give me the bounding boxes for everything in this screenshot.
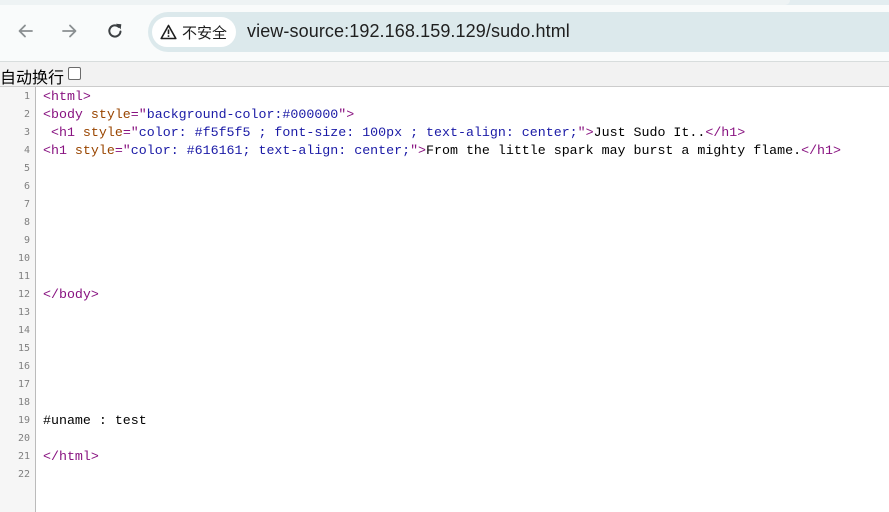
line-number: 3 [23, 127, 30, 138]
source-line: 9 [0, 232, 889, 250]
line-number: 5 [23, 163, 30, 174]
line-content: <h1 style="color: #f5f5f5 ; font-size: 1… [43, 125, 745, 140]
line-number: 15 [17, 343, 30, 354]
line-content: <html> [43, 89, 91, 104]
line-number: 18 [17, 397, 30, 408]
source-line: 2 <body style="background-color:#000000"> [0, 106, 889, 124]
line-wrap-bar: 自动换行 [0, 62, 889, 87]
source-line: 12 </body> [0, 286, 889, 304]
forward-button[interactable] [51, 13, 87, 49]
code-token-text: From the little spark may burst a mighty… [426, 143, 802, 158]
code-token-tag: "> [410, 143, 427, 158]
reload-icon [108, 23, 122, 38]
source-line: 5 [0, 160, 889, 178]
line-number: 1 [23, 91, 30, 102]
arrow-left-icon [18, 24, 33, 38]
line-number: 22 [17, 469, 30, 480]
code-token-tag: <html> [43, 89, 91, 104]
back-button[interactable] [8, 13, 44, 49]
line-number: 17 [17, 379, 30, 390]
line-content: <h1 style="color: #616161; text-align: c… [43, 143, 841, 158]
source-line: 14 [0, 322, 889, 340]
source-line: 18 [0, 394, 889, 412]
line-number: 4 [23, 145, 30, 156]
source-line: 8 [0, 214, 889, 232]
code-token-tag: </body> [43, 287, 99, 302]
line-content: <body style="background-color:#000000"> [43, 107, 354, 122]
source-line: 13 [0, 304, 889, 322]
line-number: 13 [17, 307, 30, 318]
line-wrap-label[interactable]: 自动换行 [0, 64, 64, 88]
line-number: 20 [17, 433, 30, 444]
source-line: 11 [0, 268, 889, 286]
line-content: #uname : test [43, 413, 147, 428]
line-content: </html> [43, 449, 99, 464]
code-token-tag: </h1> [705, 125, 746, 140]
arrow-right-icon [62, 24, 77, 38]
code-token-attr: style [74, 143, 115, 158]
code-token-text: Just Sudo It.. [593, 125, 706, 140]
line-number: 8 [23, 217, 30, 228]
source-line: 21 </html> [0, 448, 889, 466]
code-token-val: color: #f5f5f5 ; font-size: 100px ; text… [138, 125, 578, 140]
line-number: 9 [23, 235, 30, 246]
line-wrap-checkbox[interactable] [68, 67, 81, 80]
code-token-tag: </html> [43, 449, 99, 464]
source-view: 1 <html> 2 <body style="background-color:#0… [0, 87, 889, 512]
source-line: 15 [0, 340, 889, 358]
url-text[interactable]: view-source:192.168.159.129/sudo.html [247, 21, 570, 42]
source-line: 17 [0, 376, 889, 394]
code-token-tag: =" [130, 107, 147, 122]
source-line: 4 <h1 style="color: #616161; text-align: … [0, 142, 889, 160]
warning-icon [160, 24, 177, 40]
source-line: 10 [0, 250, 889, 268]
line-number: 21 [17, 451, 30, 462]
code-token-tag: <h1 [50, 125, 83, 140]
source-line: 22 [0, 466, 889, 484]
browser-toolbar: 不安全 view-source:192.168.159.129/sudo.htm… [0, 5, 889, 62]
source-line: 6 [0, 178, 889, 196]
source-line: 20 [0, 430, 889, 448]
security-chip[interactable]: 不安全 [152, 17, 237, 47]
code-token-tag: <h1 [43, 143, 75, 158]
code-token-tag: </h1> [801, 143, 841, 158]
source-line: 7 [0, 196, 889, 214]
code-token-text: #uname : test [43, 413, 147, 428]
code-token-tag: "> [338, 107, 355, 122]
code-token-tag: =" [122, 125, 139, 140]
line-number: 14 [17, 325, 30, 336]
code-token-tag: =" [114, 143, 131, 158]
address-bar[interactable]: 不安全 view-source:192.168.159.129/sudo.htm… [148, 12, 889, 52]
source-line: 1 <html> [0, 88, 889, 106]
code-token-val: color: #616161; text-align: center; [130, 143, 411, 158]
line-number: 16 [17, 361, 30, 372]
code-token-tag: "> [577, 125, 594, 140]
line-number: 7 [23, 199, 30, 210]
line-number: 10 [17, 253, 30, 264]
source-line: 3 <h1 style="color: #f5f5f5 ; font-size:… [0, 124, 889, 142]
security-label: 不安全 [182, 23, 228, 42]
line-content: </body> [43, 287, 99, 302]
code-token-attr: style [90, 107, 131, 122]
line-number: 19 [17, 415, 30, 426]
reload-button[interactable] [97, 13, 133, 49]
code-token-tag: <body [43, 107, 91, 122]
line-number: 12 [17, 289, 30, 300]
code-token-attr: style [82, 125, 123, 140]
line-number: 11 [17, 271, 30, 282]
source-line: 16 [0, 358, 889, 376]
line-number: 2 [23, 109, 30, 120]
code-token-val: background-color:#000000 [146, 107, 339, 122]
source-line: 19 #uname : test [0, 412, 889, 430]
line-number: 6 [23, 181, 30, 192]
